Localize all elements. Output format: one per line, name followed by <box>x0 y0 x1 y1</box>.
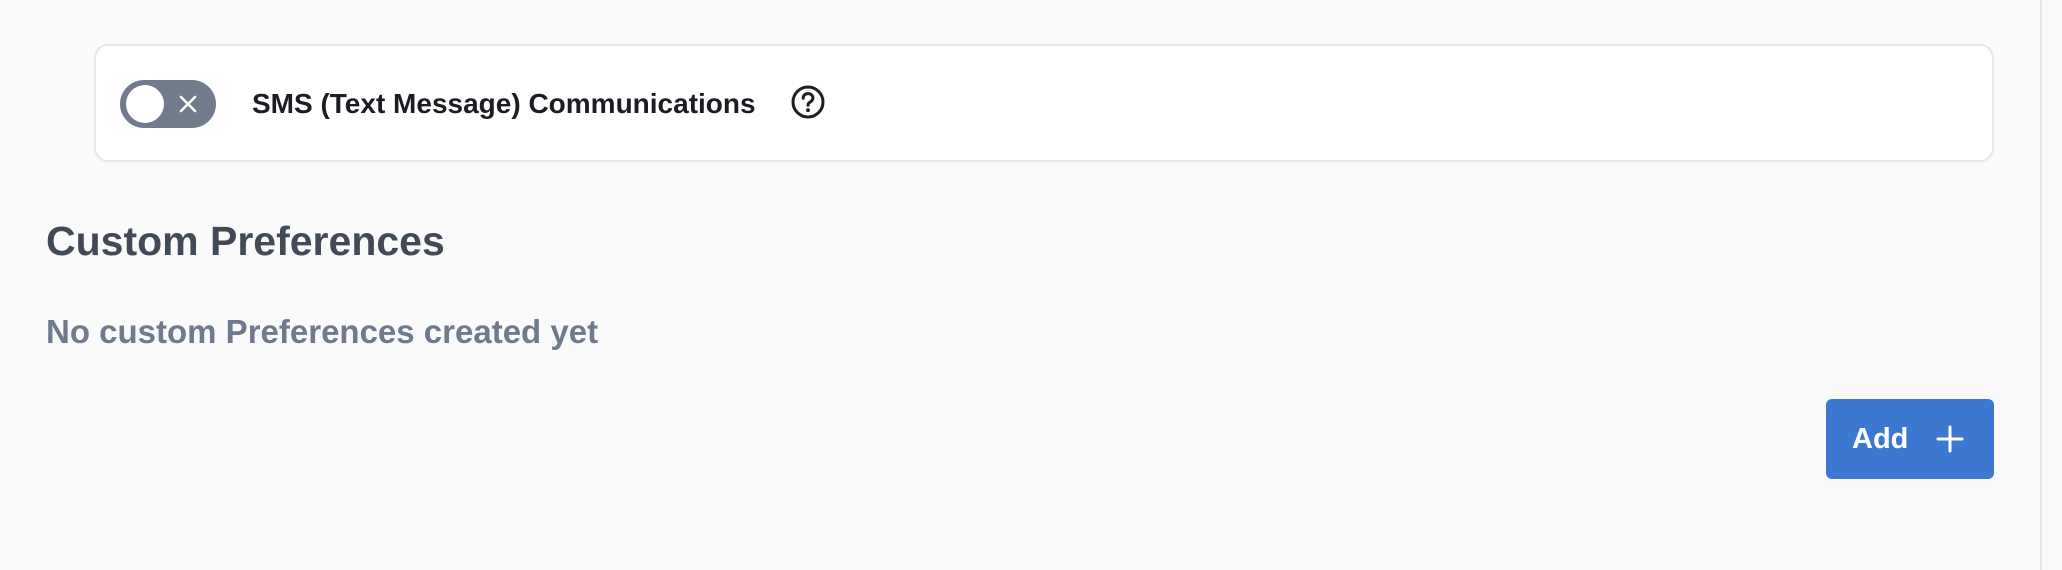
sms-preference-card: SMS (Text Message) Communications <box>94 44 1994 162</box>
sms-preference-label: SMS (Text Message) Communications <box>252 88 756 119</box>
toggle-knob <box>126 85 164 123</box>
add-button-label: Add <box>1852 423 1909 455</box>
panel-right-border <box>2040 0 2042 570</box>
empty-state-message: No custom Preferences created yet <box>46 313 599 350</box>
plus-icon <box>1936 425 1964 453</box>
preferences-page: SMS (Text Message) Communications Custom… <box>0 0 2062 570</box>
sms-toggle[interactable] <box>120 80 216 128</box>
question-circle-icon[interactable] <box>790 84 826 120</box>
custom-preferences-title: Custom Preferences <box>46 218 445 264</box>
add-custom-preference-button[interactable]: Add <box>1826 399 1994 479</box>
close-icon <box>179 95 197 113</box>
